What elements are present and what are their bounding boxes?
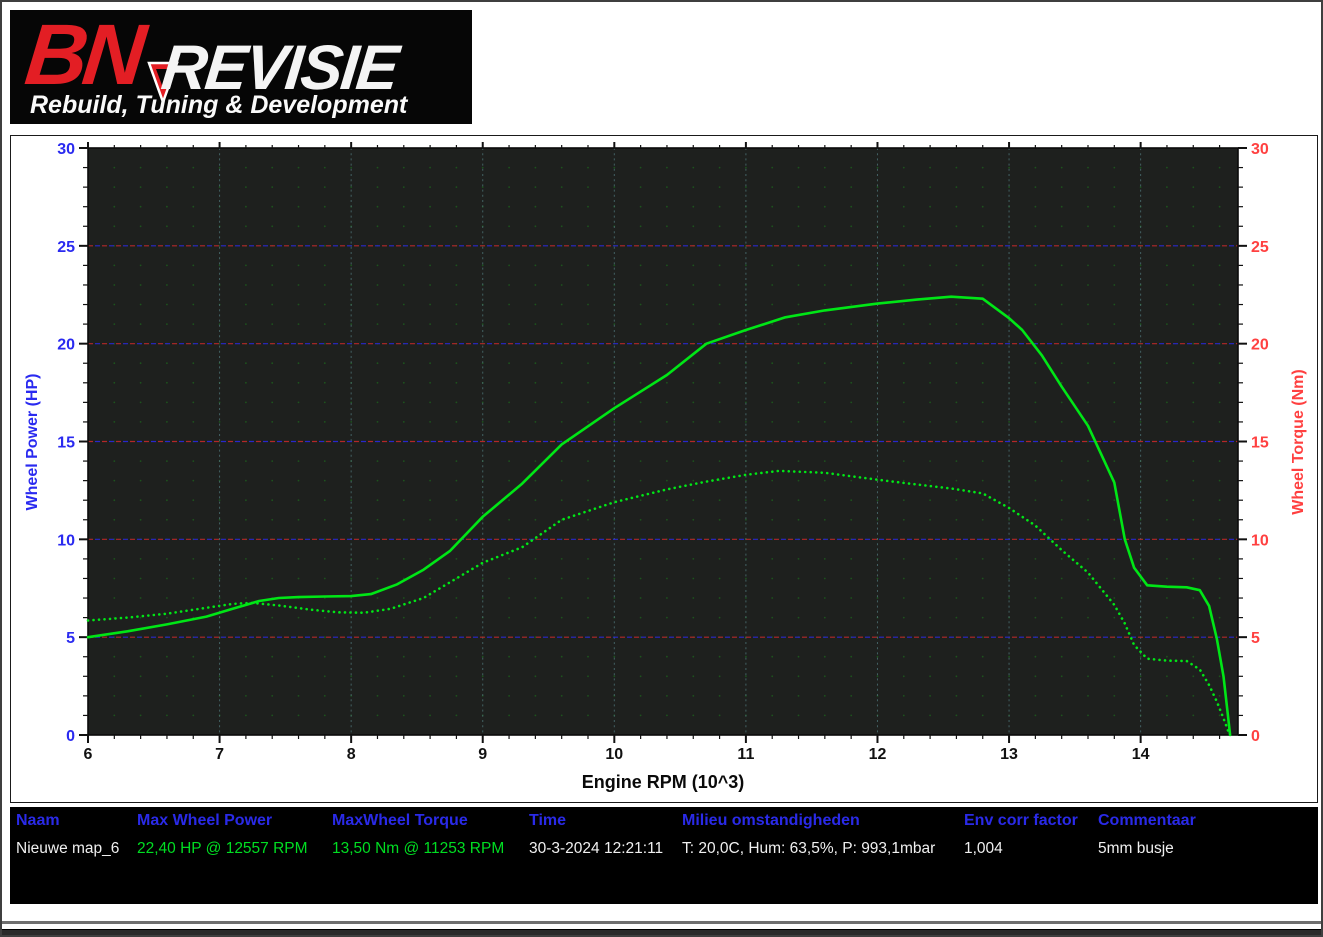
svg-text:25: 25 [57,239,75,256]
environment-value: T: 20,0C, Hum: 63,5%, P: 993,1mbar [682,840,935,858]
svg-text:15: 15 [1251,435,1269,452]
svg-text:10: 10 [1251,532,1269,549]
column-header: Time [529,812,566,830]
y-right-axis-title: Wheel Torque (Nm) [1290,369,1307,514]
corr-factor-value: 1,004 [964,840,1003,858]
max-torque-value: 13,50 Nm @ 11253 RPM [332,840,504,858]
svg-text:9: 9 [478,746,487,763]
svg-text:0: 0 [1251,728,1260,745]
svg-text:15: 15 [57,435,75,452]
run-name: Nieuwe map_6 [16,840,119,858]
max-power-value: 22,40 HP @ 12557 RPM [137,840,308,858]
y-left-axis-title: Wheel Power (HP) [24,374,41,511]
column-header: Env corr factor [964,812,1078,830]
svg-text:30: 30 [57,141,75,158]
svg-text:6: 6 [84,746,93,763]
column-header: MaxWheel Torque [332,812,468,830]
column-header: Milieu omstandigheden [682,812,860,830]
svg-text:14: 14 [1132,746,1150,763]
svg-text:12: 12 [869,746,887,763]
window-bottom-divider [2,921,1321,924]
svg-text:25: 25 [1251,239,1269,256]
svg-text:20: 20 [1251,337,1269,354]
results-table: Naam Nieuwe map_6 Max Wheel Power 22,40 … [10,807,1318,904]
dyno-chart: 6 7 8 9 10 11 12 13 14 0 0 5 5 10 10 15 15 20 20 25 25 30 30 W… [10,135,1318,803]
svg-text:13: 13 [1000,746,1018,763]
run-timestamp: 30-3-2024 12:21:11 [529,840,663,858]
svg-text:10: 10 [57,532,75,549]
svg-text:5: 5 [66,630,75,647]
svg-text:5: 5 [1251,630,1260,647]
plot-canvas: 6 7 8 9 10 11 12 13 14 0 0 5 5 10 10 15 15 20 20 25 25 30 30 W… [11,136,1317,802]
svg-text:30: 30 [1251,141,1269,158]
logo-tagline: Rebuild, Tuning & Development [30,91,407,120]
svg-text:7: 7 [215,746,224,763]
bn-revisie-logo: BN REVISIE Rebuild, Tuning & Development [10,10,472,124]
svg-text:11: 11 [737,746,754,763]
comment-value: 5mm busje [1098,840,1174,858]
svg-text:0: 0 [66,728,75,745]
x-axis-title: Engine RPM (10^3) [582,772,745,792]
svg-text:20: 20 [57,337,75,354]
svg-text:10: 10 [605,746,623,763]
column-header: Max Wheel Power [137,812,272,830]
dyno-app-window: BN REVISIE Rebuild, Tuning & Development… [0,0,1323,937]
column-header: Commentaar [1098,812,1196,830]
svg-text:8: 8 [347,746,356,763]
window-bottom-bar [2,929,1321,937]
column-header: Naam [16,812,60,830]
